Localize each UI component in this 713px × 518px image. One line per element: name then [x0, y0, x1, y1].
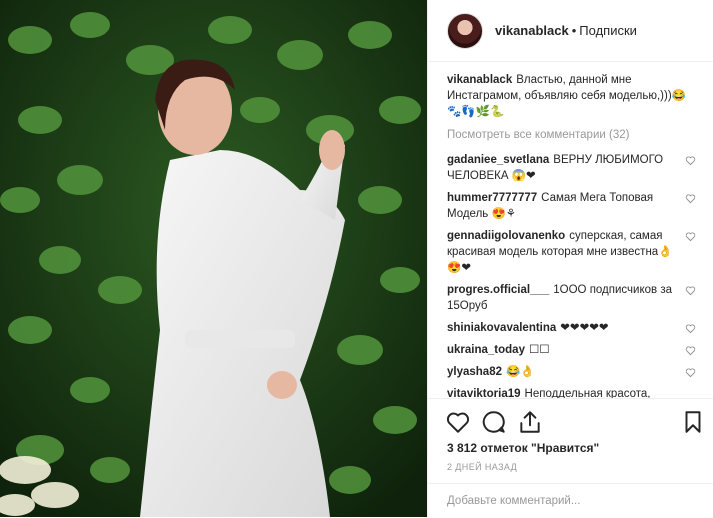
- avatar[interactable]: [447, 12, 483, 49]
- comment-username[interactable]: gadaniee_svetlana: [447, 154, 549, 166]
- comment-like-heart-icon[interactable]: [685, 155, 696, 166]
- actions-bar: 3 812 отметок "Нравится" 2 ДНЕЙ НАЗАД До…: [428, 398, 713, 517]
- comment-like-heart-icon[interactable]: [685, 323, 696, 334]
- comment-like-heart-icon[interactable]: [685, 367, 696, 378]
- comment-username[interactable]: ukraina_today: [447, 344, 525, 356]
- header-username[interactable]: vikanablack: [495, 23, 569, 38]
- comments-list[interactable]: vikanablack Властью, данной мне Инстаграм…: [428, 62, 713, 398]
- comment-item: progres.official___ 1ООО подписчиков за 1…: [447, 282, 696, 314]
- view-all-comments-link[interactable]: Посмотреть все комментарии (32): [447, 127, 696, 143]
- comment-icon[interactable]: [481, 409, 507, 435]
- save-bookmark-icon[interactable]: [680, 409, 706, 435]
- comment-container: gadaniee_svetlana ВЕРНУ ЛЮБИМОГО ЧЕЛОВЕКА…: [447, 152, 696, 398]
- comment-username[interactable]: progres.official___: [447, 284, 549, 296]
- comment-item: vitaviktoria19 Неподдельная красота,: [447, 386, 696, 398]
- comment-item: ylyasha82 😂👌: [447, 364, 696, 380]
- like-heart-icon[interactable]: [445, 409, 471, 435]
- post-panel: vikanablack • Подписки vikanablack Властью,…: [427, 0, 713, 517]
- comment-like-heart-icon[interactable]: [685, 231, 696, 242]
- comment-item: gennadiigolovanenko суперская, самая крас…: [447, 228, 696, 276]
- add-comment-input[interactable]: Добавьте комментарий...: [447, 495, 580, 507]
- post-header: vikanablack • Подписки: [428, 0, 713, 62]
- comment-text: Неподдельная красота,: [524, 388, 651, 398]
- post-photo[interactable]: [0, 0, 427, 517]
- share-icon[interactable]: [517, 409, 543, 435]
- following-button[interactable]: Подписки: [579, 23, 637, 38]
- comment-item: gadaniee_svetlana ВЕРНУ ЛЮБИМОГО ЧЕЛОВЕКА…: [447, 152, 696, 184]
- post-caption: vikanablack Властью, данной мне Инстаграм…: [447, 72, 696, 120]
- comment-text: ❤❤❤❤❤: [560, 322, 609, 334]
- comment-username[interactable]: gennadiigolovanenko: [447, 230, 565, 242]
- header-separator: •: [571, 23, 577, 38]
- comment-username[interactable]: ylyasha82: [447, 366, 502, 378]
- post-timestamp: 2 ДНЕЙ НАЗАД: [447, 462, 518, 472]
- comment-text: ☐☐: [528, 344, 550, 356]
- comment-username[interactable]: shiniakovavalentina: [447, 322, 556, 334]
- comment-item: ukraina_today ☐☐: [447, 342, 696, 358]
- comment-item: hummer7777777 Самая Мега Топовая Модель 😍…: [447, 190, 696, 222]
- photo-image: [0, 0, 427, 517]
- comment-like-heart-icon[interactable]: [685, 193, 696, 204]
- comment-item: shiniakovavalentina ❤❤❤❤❤: [447, 320, 696, 336]
- likes-count[interactable]: 3 812 отметок "Нравится": [447, 441, 599, 455]
- comment-like-heart-icon[interactable]: [685, 285, 696, 296]
- comment-text: 😂👌: [506, 366, 535, 378]
- comment-username[interactable]: vitaviktoria19: [447, 388, 521, 398]
- comment-username[interactable]: hummer7777777: [447, 192, 537, 204]
- comment-like-heart-icon[interactable]: [685, 345, 696, 356]
- caption-username[interactable]: vikanablack: [447, 74, 512, 86]
- add-comment-area: Добавьте комментарий...: [428, 483, 713, 518]
- header-text: vikanablack • Подписки: [495, 23, 637, 38]
